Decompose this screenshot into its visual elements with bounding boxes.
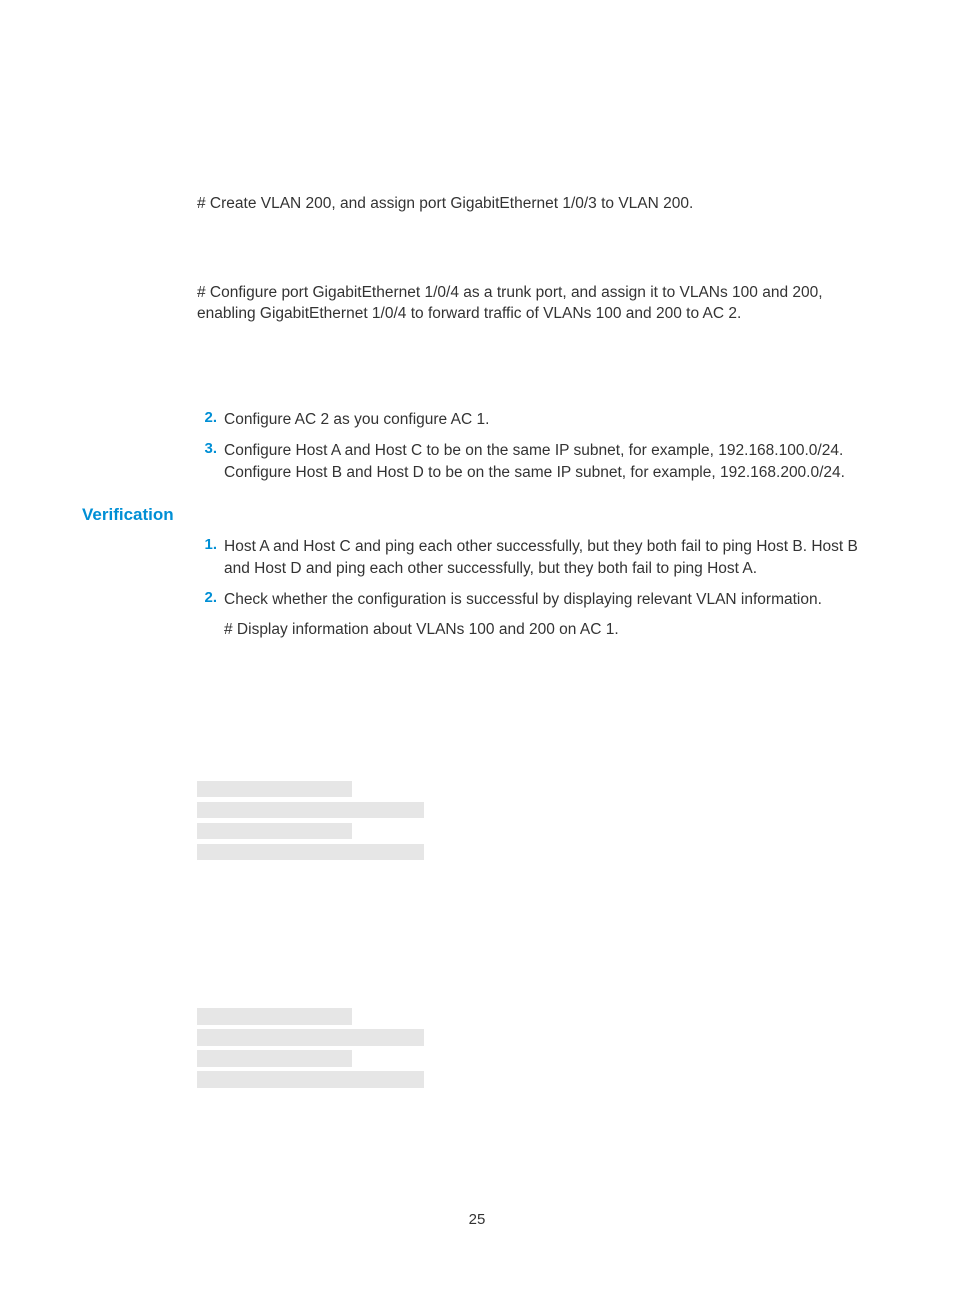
paragraph-configure-trunk: # Configure port GigabitEthernet 1/0/4 a…: [197, 283, 858, 325]
step-text: Configure AC 2 as you configure AC 1.: [224, 409, 858, 431]
redacted-line: [197, 1050, 352, 1067]
redacted-line: [197, 1008, 352, 1025]
spacer: [197, 494, 858, 504]
procedure-step-2: 2. Configure AC 2 as you configure AC 1.: [197, 409, 858, 431]
blank-space: [197, 335, 858, 409]
heading-verification: Verification: [82, 505, 174, 525]
paragraph-create-vlan-200: # Create VLAN 200, and assign port Gigab…: [197, 194, 858, 215]
step-text: Check whether the configuration is succe…: [224, 589, 858, 611]
spacer: [197, 504, 858, 536]
page-number: 25: [0, 1211, 954, 1228]
step-number: 2.: [197, 409, 217, 426]
redacted-output-block-1: [197, 781, 858, 861]
redacted-line: [197, 844, 424, 861]
redacted-line: [197, 1071, 424, 1088]
procedure-step-3: 3. Configure Host A and Host C to be on …: [197, 440, 858, 483]
verification-step-1: 1. Host A and Host C and ping each other…: [197, 536, 858, 579]
step-number: 3.: [197, 440, 217, 457]
redacted-line: [197, 823, 352, 840]
redacted-line: [197, 781, 352, 798]
step-text: Host A and Host C and ping each other su…: [224, 536, 858, 579]
blank-space: [197, 225, 858, 283]
step-number: 1.: [197, 536, 217, 553]
redacted-line: [197, 802, 424, 819]
verification-step-2: 2. Check whether the configuration is su…: [197, 589, 858, 640]
redacted-line: [197, 1029, 424, 1046]
redacted-output-block-2: [197, 1008, 858, 1088]
step-subtext: # Display information about VLANs 100 an…: [224, 619, 858, 641]
step-text: Configure Host A and Host C to be on the…: [224, 440, 858, 483]
step-number: 2.: [197, 589, 217, 606]
document-page: # Create VLAN 200, and assign port Gigab…: [0, 0, 954, 1296]
